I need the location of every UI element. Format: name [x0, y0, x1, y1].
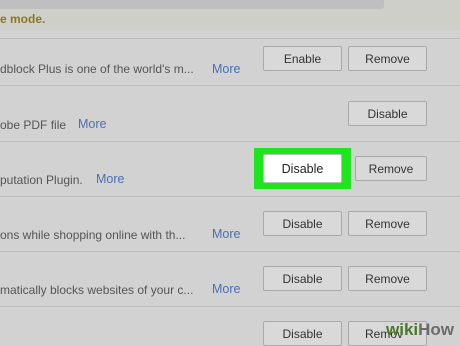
- extension-description: matically blocks websites of your c...: [0, 283, 194, 297]
- mode-notice: e mode.: [0, 12, 46, 26]
- remove-button[interactable]: Remove: [348, 211, 427, 236]
- extension-description: putation Plugin.: [0, 173, 83, 187]
- row-divider: [0, 196, 460, 197]
- more-link[interactable]: More: [212, 282, 240, 296]
- watermark-prefix: wiki: [386, 320, 419, 339]
- remove-button[interactable]: Remove: [348, 266, 427, 291]
- enable-button[interactable]: Enable: [263, 46, 342, 71]
- more-link[interactable]: More: [212, 62, 240, 76]
- more-link[interactable]: More: [96, 172, 124, 186]
- disable-button[interactable]: Disable: [263, 211, 342, 236]
- disable-button-highlighted[interactable]: Disable: [263, 154, 342, 183]
- row-divider: [0, 306, 460, 307]
- row-divider: [0, 251, 460, 252]
- top-scroll-bar: [0, 0, 384, 9]
- extension-description: ons while shopping online with th...: [0, 228, 186, 242]
- row-divider: [0, 38, 460, 39]
- more-link[interactable]: More: [78, 117, 106, 131]
- disable-button[interactable]: Disable: [348, 101, 427, 126]
- wikihow-watermark: wikiHow: [386, 320, 454, 340]
- disable-button[interactable]: Disable: [263, 266, 342, 291]
- more-link[interactable]: More: [212, 227, 240, 241]
- remove-button[interactable]: Remove: [348, 46, 427, 71]
- row-divider: [0, 141, 460, 142]
- row-divider: [0, 85, 460, 86]
- disable-button[interactable]: Disable: [263, 321, 342, 346]
- extension-description: obe PDF file: [0, 118, 67, 132]
- watermark-suffix: How: [418, 320, 455, 339]
- extension-description: dblock Plus is one of the world's m...: [0, 62, 194, 76]
- remove-button[interactable]: Remove: [355, 156, 427, 181]
